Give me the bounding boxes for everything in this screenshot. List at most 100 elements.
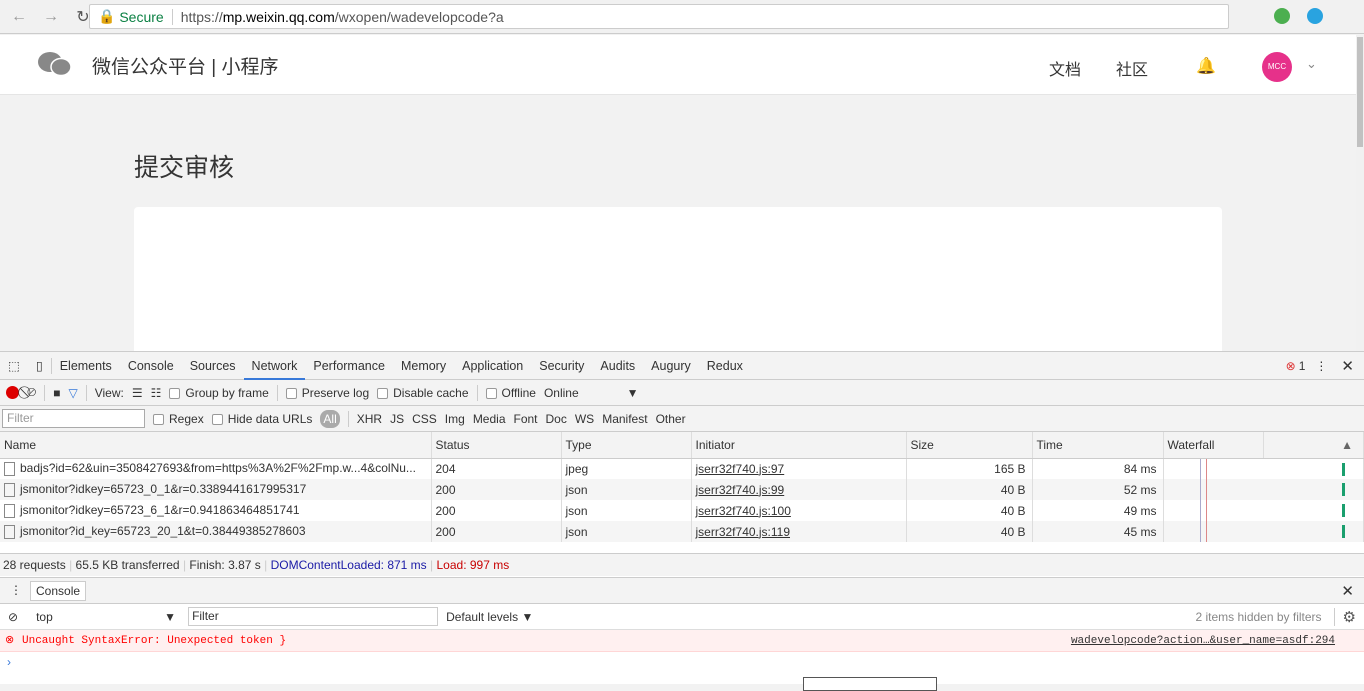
col-name[interactable]: Name	[0, 432, 432, 459]
drawer-tab-console[interactable]: Console	[30, 581, 87, 601]
tab-sources[interactable]: Sources	[182, 352, 244, 380]
network-toolbar: ⃠⊘ ■ ▽ View: ☰ ☷ Group by frame Preserve…	[0, 380, 1364, 406]
tab-application[interactable]: Application	[454, 352, 531, 380]
request-time: 45 ms	[1032, 521, 1164, 542]
tab-memory[interactable]: Memory	[393, 352, 454, 380]
disable-cache-checkbox[interactable]: Disable cache	[377, 386, 469, 400]
drawer-close-icon[interactable]: ✕	[1341, 582, 1354, 600]
request-initiator[interactable]: jserr32f740.js:97	[691, 458, 907, 479]
filter-ws[interactable]: WS	[575, 412, 594, 426]
group-by-frame-checkbox[interactable]: Group by frame	[169, 386, 269, 400]
request-initiator[interactable]: jserr32f740.js:119	[691, 521, 907, 542]
col-waterfall[interactable]: Waterfall	[1163, 432, 1264, 459]
back-icon[interactable]: ←	[8, 8, 30, 26]
page-title: 提交审核	[134, 154, 235, 182]
preserve-log-checkbox[interactable]: Preserve log	[285, 386, 369, 400]
request-size: 165 B	[906, 458, 1033, 479]
inspect-icon[interactable]: ⬚	[0, 352, 28, 380]
request-time: 49 ms	[1032, 500, 1164, 521]
tab-security[interactable]: Security	[531, 352, 592, 380]
filter-img[interactable]: Img	[445, 412, 465, 426]
context-select[interactable]: top ▼	[36, 610, 176, 624]
screenshot-icon[interactable]: ■	[53, 386, 60, 400]
bell-icon[interactable]: 🔔	[1196, 56, 1216, 76]
console-filter-input[interactable]: Filter	[188, 607, 439, 626]
tab-network[interactable]: Network	[243, 352, 306, 380]
record-icon[interactable]	[6, 386, 19, 399]
table-row[interactable]: badjs?id=62&uin=3508427693&from=https%3A…	[0, 458, 1364, 479]
col-size[interactable]: Size	[906, 432, 1033, 459]
drawer-header: ⋮ Console ✕	[0, 577, 1364, 604]
hide-data-urls-checkbox[interactable]: Hide data URLs	[211, 412, 312, 426]
tab-augury[interactable]: Augury	[643, 352, 699, 380]
table-row[interactable]: jsmonitor?id_key=65723_20_1&t=0.38449385…	[0, 521, 1364, 542]
table-row[interactable]: jsmonitor?idkey=65723_6_1&r=0.9418634648…	[0, 500, 1364, 521]
filter-other[interactable]: Other	[656, 412, 686, 426]
devtools-panel: ⬚ ▯ Elements Console Sources Network Per…	[0, 351, 1364, 684]
drawer-menu-icon[interactable]: ⋮	[10, 583, 22, 597]
file-icon	[4, 462, 15, 477]
sort-icon[interactable]: ▲	[1263, 432, 1364, 459]
community-link[interactable]: 社区	[1116, 56, 1148, 80]
tab-console[interactable]: Console	[120, 352, 182, 380]
request-initiator[interactable]: jserr32f740.js:100	[691, 500, 907, 521]
forward-icon[interactable]: →	[40, 8, 62, 26]
settings-gear-icon[interactable]: ⚙	[1333, 607, 1356, 626]
levels-select[interactable]: Default levels ▼	[446, 610, 533, 624]
filter-font[interactable]: Font	[514, 412, 538, 426]
hidden-items-label: 2 items hidden by filters	[1195, 609, 1322, 624]
filter-icon[interactable]: ▽	[68, 386, 77, 400]
page-scrollbar[interactable]	[1356, 35, 1364, 351]
request-name[interactable]: jsmonitor?id_key=65723_20_1&t=0.38449385…	[0, 521, 432, 542]
clear-console-icon[interactable]: ⊘	[8, 610, 18, 624]
error-source-link[interactable]: wadevelopcode?action…&user_name=asdf:294	[1071, 630, 1335, 652]
address-bar[interactable]: 🔒 Secure https://mp.weixin.qq.com/wxopen…	[89, 4, 1229, 29]
filter-input[interactable]: Filter	[2, 409, 145, 428]
tab-redux[interactable]: Redux	[699, 352, 751, 380]
col-type[interactable]: Type	[561, 432, 692, 459]
lock-icon: 🔒	[98, 8, 120, 24]
clear-icon[interactable]: ⃠⊘	[27, 385, 36, 400]
devtools-tabs: ⬚ ▯ Elements Console Sources Network Per…	[0, 352, 1364, 380]
large-rows-icon[interactable]: ☰	[132, 386, 143, 400]
filter-manifest[interactable]: Manifest	[602, 412, 647, 426]
error-count[interactable]: 1	[1299, 359, 1306, 373]
filter-media[interactable]: Media	[473, 412, 506, 426]
more-icon[interactable]: ⋮	[1315, 359, 1327, 373]
request-name[interactable]: jsmonitor?idkey=65723_0_1&r=0.3389441617…	[0, 479, 432, 500]
request-initiator[interactable]: jserr32f740.js:99	[691, 479, 907, 500]
close-icon[interactable]: ✕	[1341, 357, 1354, 375]
filter-bar: Filter Regex Hide data URLs All XHR JS C…	[0, 406, 1364, 432]
docs-link[interactable]: 文档	[1049, 56, 1081, 80]
filter-css[interactable]: CSS	[412, 412, 437, 426]
overview-icon[interactable]: ☷	[151, 386, 162, 400]
extension-icon[interactable]	[1307, 8, 1323, 24]
extension-icon[interactable]	[1274, 8, 1290, 24]
filter-js[interactable]: JS	[390, 412, 404, 426]
col-status[interactable]: Status	[431, 432, 562, 459]
table-row[interactable]: jsmonitor?idkey=65723_0_1&r=0.3389441617…	[0, 479, 1364, 500]
request-name[interactable]: jsmonitor?idkey=65723_6_1&r=0.9418634648…	[0, 500, 432, 521]
waterfall-bar	[1342, 504, 1345, 517]
dropdown-icon: ▼	[626, 385, 639, 400]
error-icon[interactable]: ⊗	[1286, 359, 1296, 373]
waterfall-bar	[1342, 525, 1345, 538]
filter-all[interactable]: All	[320, 409, 340, 428]
filter-xhr[interactable]: XHR	[357, 412, 382, 426]
tab-performance[interactable]: Performance	[305, 352, 393, 380]
request-size: 40 B	[906, 521, 1033, 542]
avatar[interactable]: MCC	[1262, 52, 1292, 82]
offline-checkbox[interactable]: Offline	[485, 386, 536, 400]
url-text: https://mp.weixin.qq.com/wxopen/wadevelo…	[171, 8, 504, 25]
throttle-select[interactable]: Online ▼	[544, 386, 639, 400]
chevron-down-icon[interactable]: ⌄	[1306, 56, 1317, 72]
regex-checkbox[interactable]: Regex	[153, 412, 204, 426]
console-prompt[interactable]: ›	[7, 655, 11, 669]
device-toolbar-icon[interactable]: ▯	[28, 357, 52, 374]
tab-elements[interactable]: Elements	[52, 352, 120, 380]
filter-doc[interactable]: Doc	[546, 412, 567, 426]
tab-audits[interactable]: Audits	[592, 352, 643, 380]
col-time[interactable]: Time	[1032, 432, 1164, 459]
col-initiator[interactable]: Initiator	[691, 432, 907, 459]
request-name[interactable]: badjs?id=62&uin=3508427693&from=https%3A…	[0, 458, 432, 479]
